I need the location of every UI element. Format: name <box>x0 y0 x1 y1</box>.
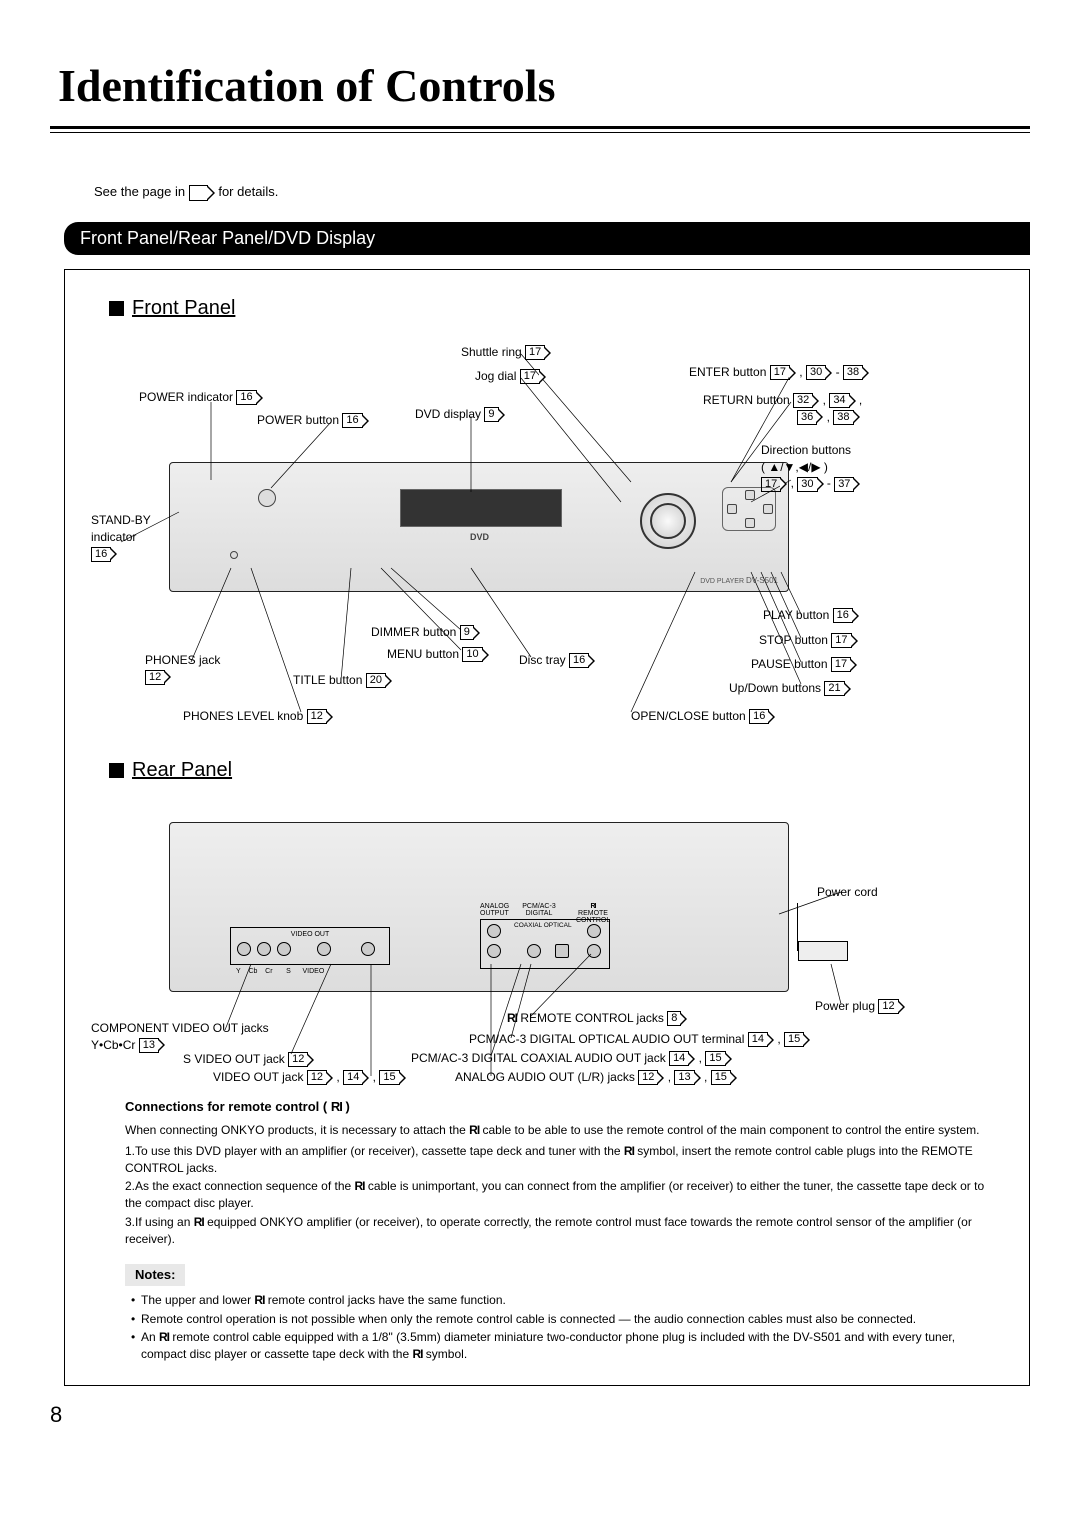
front-panel-heading: Front Panel <box>109 294 1003 322</box>
label-enter-button: ENTER button 17 , 30 - 38 <box>689 364 869 381</box>
label-component: COMPONENT VIDEO OUT jacksY•Cb•Cr 13 <box>91 1020 269 1054</box>
diagram-frame: Front Panel DVD PLAYER DV-S501 <box>64 269 1030 1386</box>
ycbcr-label: Y Cb Cr S VIDEO <box>236 967 324 977</box>
label-direction-buttons: Direction buttons( ▲/▼,◀/▶ )17 , 30 - 37 <box>761 442 860 492</box>
rear-panel-diagram: VIDEO OUT ANALOGOUTPUT PCM/AC-3DIGITAL R… <box>91 794 1003 1084</box>
phones-jack-icon <box>230 551 238 559</box>
device-front-illustration: DVD PLAYER DV-S501 <box>169 462 789 592</box>
coax-opt-label: COAXIAL OPTICAL <box>514 921 572 930</box>
step-2: 2.As the exact connection sequence of th… <box>125 1178 1003 1212</box>
notes-heading: Notes: <box>125 1264 185 1286</box>
label-return-button: RETURN button 32 , 34 ,36 , 38 <box>703 392 862 426</box>
label-analog: ANALOG AUDIO OUT (L/R) jacks 12 , 13 , 1… <box>455 1069 737 1086</box>
page-title: Identification of Controls <box>58 54 1022 118</box>
label-coax: PCM/AC-3 DIGITAL COAXIAL AUDIO OUT jack … <box>411 1050 732 1067</box>
step-3: 3.If using an RI equipped ONKYO amplifie… <box>125 1214 1003 1248</box>
label-svideo: S VIDEO OUT jack 12 <box>183 1051 314 1068</box>
connections-heading: Connections for remote control ( RI ) <box>125 1098 1003 1116</box>
note-2: Remote control operation is not possible… <box>131 1311 1003 1328</box>
front-panel-diagram: DVD PLAYER DV-S501 <box>91 332 1003 752</box>
video-out-box: VIDEO OUT <box>230 927 390 965</box>
intro-text: See the page in for details. <box>94 183 1030 201</box>
model-label: DVD PLAYER DV-S501 <box>700 575 778 587</box>
label-phones-level: PHONES LEVEL knob 12 <box>183 708 333 725</box>
connections-steps: 1.To use this DVD player with an amplifi… <box>125 1143 1003 1248</box>
connections-intro: When connecting ONKYO products, it is ne… <box>125 1122 1003 1139</box>
label-power-indicator: POWER indicator 16 <box>139 389 263 406</box>
label-title: TITLE button 20 <box>293 672 392 689</box>
jog-dial-icon <box>650 503 686 539</box>
label-disc-tray: Disc tray 16 <box>519 652 595 669</box>
label-shuttle-ring: Shuttle ring 17 <box>461 344 551 361</box>
device-rear-illustration: VIDEO OUT ANALOGOUTPUT PCM/AC-3DIGITAL R… <box>169 822 789 992</box>
divider-thin <box>50 132 1030 133</box>
label-power-cord: Power cord <box>817 884 878 901</box>
label-phones: PHONES jack12 <box>145 652 220 686</box>
label-play: PLAY button 16 <box>763 607 859 624</box>
ri-panel-label: RIREMOTECONTROL <box>576 903 610 924</box>
label-dimmer: DIMMER button 9 <box>371 624 480 641</box>
rear-panel-heading: Rear Panel <box>109 756 1003 784</box>
pcm-label: PCM/AC-3DIGITAL <box>522 903 556 917</box>
label-video: VIDEO OUT jack 12 , 14 , 15 <box>213 1069 406 1086</box>
label-power-button: POWER button 16 <box>257 412 369 429</box>
label-optical: PCM/AC-3 DIGITAL OPTICAL AUDIO OUT termi… <box>469 1031 810 1048</box>
label-standby: STAND-BYindicator16 <box>91 512 151 562</box>
analog-label: ANALOGOUTPUT <box>480 903 508 917</box>
label-menu: MENU button 10 <box>387 646 489 663</box>
note-3: An RI remote control cable equipped with… <box>131 1329 1003 1363</box>
page-number: 8 <box>50 1400 1030 1431</box>
label-power-plug: Power plug 12 <box>815 998 905 1015</box>
label-jog-dial: Jog dial 17 <box>475 368 546 385</box>
label-openclose: OPEN/CLOSE button 16 <box>631 708 775 725</box>
direction-pad-icon <box>722 487 776 531</box>
power-plug-icon <box>798 941 848 961</box>
step-1: 1.To use this DVD player with an amplifi… <box>125 1143 1003 1177</box>
label-ri-remote: RI REMOTE CONTROL jacks 8 <box>507 1010 687 1027</box>
label-updown: Up/Down buttons 21 <box>729 680 851 697</box>
label-pause: PAUSE button 17 <box>751 656 857 673</box>
reference-icon <box>207 185 215 201</box>
label-dvd-display: DVD display 9 <box>415 406 505 423</box>
note-1: The upper and lower RI remote control ja… <box>131 1292 1003 1309</box>
divider-thick <box>50 126 1030 129</box>
label-stop: STOP button 17 <box>759 632 858 649</box>
notes-list: The upper and lower RI remote control ja… <box>131 1292 1003 1363</box>
section-heading: Front Panel/Rear Panel/DVD Display <box>64 222 1030 255</box>
power-button-icon <box>258 489 276 507</box>
